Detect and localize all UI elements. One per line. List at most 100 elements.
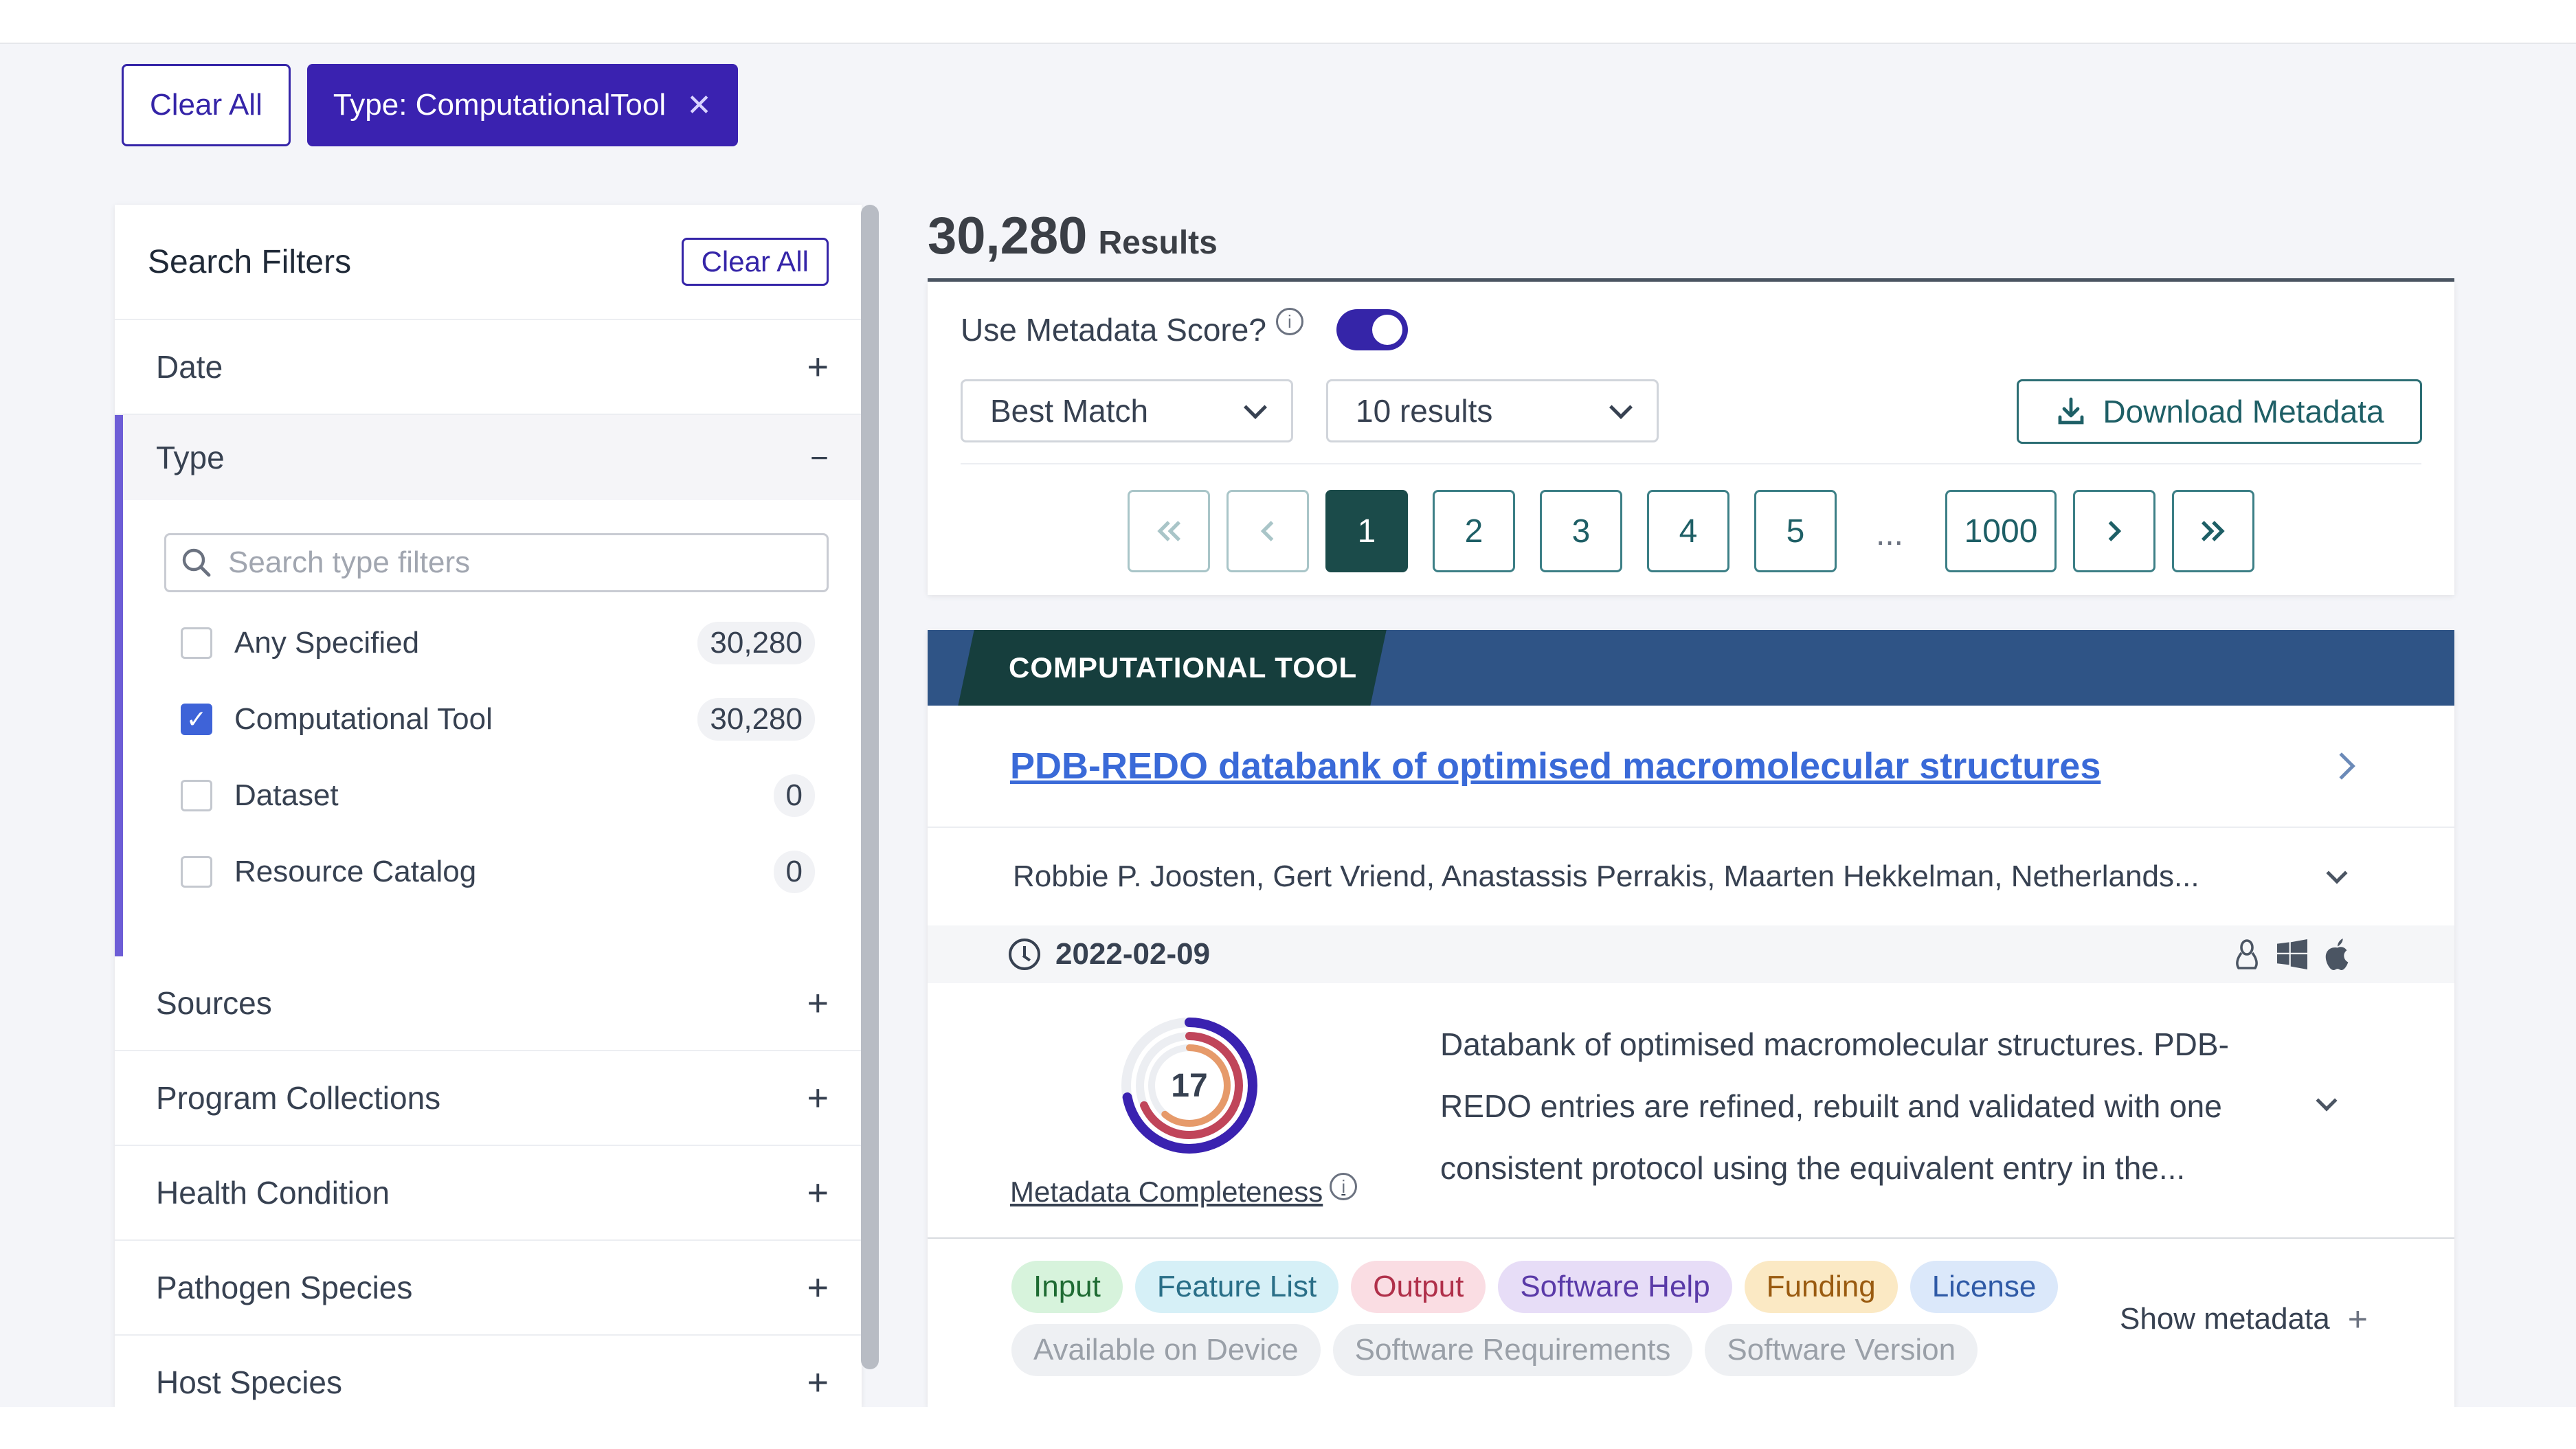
type-option-resource-catalog[interactable]: Resource Catalog 0	[164, 833, 829, 910]
sort-select-value: Best Match	[990, 393, 1149, 429]
metadata-tags-area: Input Feature List Output Software Help Fund…	[928, 1239, 2454, 1404]
filter-pathogen-species[interactable]: Pathogen Species +	[115, 1241, 862, 1336]
page-button-4[interactable]: 4	[1647, 490, 1729, 572]
info-icon[interactable]: i	[1330, 1173, 1358, 1200]
filter-health-condition[interactable]: Health Condition +	[115, 1146, 862, 1241]
type-search-input[interactable]	[228, 546, 764, 580]
metadata-score-label: Use Metadata Score?	[961, 312, 1266, 348]
page-button-3[interactable]: 3	[1540, 490, 1622, 572]
page-button-2[interactable]: 2	[1433, 490, 1515, 572]
type-option-dataset[interactable]: Dataset 0	[164, 757, 829, 833]
checkbox-checked[interactable]: ✓	[181, 703, 212, 735]
pagination-ellipsis: ...	[1876, 516, 1904, 552]
checkbox[interactable]	[181, 627, 212, 659]
page-bottom	[0, 1407, 2576, 1449]
type-option-any-specified[interactable]: Any Specified 30,280	[164, 605, 829, 681]
search-filters-sidebar: Search Filters Clear All Date + Type − A…	[115, 205, 862, 1407]
windows-icon	[2277, 939, 2307, 969]
page-button-5[interactable]: 5	[1754, 490, 1837, 572]
page-button-1[interactable]: 1	[1325, 490, 1408, 572]
divider	[961, 463, 2421, 464]
sidebar-clear-all-button[interactable]: Clear All	[681, 238, 829, 286]
filter-date[interactable]: Date +	[115, 320, 862, 415]
option-count: 0	[773, 774, 815, 817]
option-label: Computational Tool	[234, 701, 493, 736]
option-count: 30,280	[697, 621, 815, 664]
apple-icon	[2325, 939, 2349, 970]
plus-icon: +	[807, 346, 829, 387]
filter-program-collections-label: Program Collections	[156, 1080, 441, 1116]
type-filter-chip-label: Type: ComputationalTool	[333, 88, 667, 122]
filter-sources-label: Sources	[156, 985, 272, 1021]
sort-select[interactable]: Best Match	[961, 379, 1293, 442]
plus-icon: +	[807, 1077, 829, 1119]
last-page-button[interactable]	[2172, 490, 2254, 572]
metadata-tag: Software Help	[1498, 1261, 1732, 1313]
filter-host-species[interactable]: Host Species +	[115, 1336, 862, 1407]
type-search-box	[164, 533, 829, 592]
filter-program-collections[interactable]: Program Collections +	[115, 1051, 862, 1146]
result-date-row: 2022-02-09	[928, 925, 2454, 983]
metadata-tag: Funding	[1744, 1261, 1898, 1313]
linux-icon	[2236, 939, 2258, 969]
page-button-last[interactable]: 1000	[1945, 490, 2057, 572]
metadata-score-toggle[interactable]	[1336, 309, 1408, 350]
info-icon[interactable]: i	[1275, 308, 1303, 335]
option-count: 0	[773, 850, 815, 893]
search-icon	[182, 548, 211, 577]
option-count: 30,280	[697, 697, 815, 741]
option-label: Dataset	[234, 778, 339, 812]
metadata-completeness-link[interactable]: Metadata Completeness i	[1010, 1173, 1358, 1209]
per-page-select-value: 10 results	[1356, 393, 1493, 429]
results-label: Results	[1098, 225, 1218, 261]
plus-icon: +	[807, 1267, 829, 1308]
metadata-tag: Software Requirements	[1332, 1324, 1693, 1376]
checkbox[interactable]	[181, 779, 212, 811]
metadata-tag: Input	[1011, 1261, 1123, 1313]
metadata-score-control: Use Metadata Score? i	[961, 308, 1408, 350]
double-chevron-left-icon	[1157, 521, 1181, 541]
sidebar-scrollbar[interactable]	[861, 205, 879, 1369]
chevron-down-icon[interactable]	[2326, 862, 2348, 884]
option-label: Any Specified	[234, 625, 420, 660]
filter-type[interactable]: Type −	[123, 415, 862, 500]
prev-page-button[interactable]	[1227, 490, 1309, 572]
result-date: 2022-02-09	[1055, 937, 1211, 971]
per-page-select[interactable]: 10 results	[1326, 379, 1659, 442]
filter-health-condition-label: Health Condition	[156, 1175, 390, 1211]
results-header: 30,280 Results	[928, 206, 2454, 282]
chevron-right-icon[interactable]	[2328, 752, 2355, 780]
close-icon[interactable]: ✕	[686, 88, 712, 123]
metadata-tag: License	[1909, 1261, 2059, 1313]
type-filter-body: Any Specified 30,280 ✓ Computational Tool…	[123, 500, 862, 956]
filter-date-label: Date	[156, 349, 223, 385]
plus-icon: +	[807, 982, 829, 1024]
type-option-computational-tool[interactable]: ✓ Computational Tool 30,280	[164, 681, 829, 757]
metadata-score-value: 17	[1171, 1067, 1208, 1104]
download-metadata-button[interactable]: Download Metadata	[2017, 379, 2422, 444]
metadata-tag: Output	[1351, 1261, 1486, 1313]
download-metadata-label: Download Metadata	[2103, 394, 2384, 429]
filter-sources[interactable]: Sources +	[115, 956, 862, 1051]
metadata-tag: Available on Device	[1011, 1324, 1321, 1376]
os-icons	[2233, 938, 2351, 971]
checkbox[interactable]	[181, 855, 212, 888]
plus-icon: +	[807, 1172, 829, 1213]
metadata-completeness-label: Metadata Completeness	[1010, 1176, 1323, 1208]
double-chevron-right-icon	[2201, 521, 2225, 541]
show-metadata-label: Show metadata	[2120, 1302, 2330, 1336]
type-filter-chip[interactable]: Type: ComputationalTool ✕	[306, 64, 738, 146]
metadata-tag: Feature List	[1134, 1261, 1339, 1313]
option-label: Resource Catalog	[234, 854, 477, 888]
filter-pathogen-species-label: Pathogen Species	[156, 1270, 413, 1305]
show-metadata-button[interactable]: Show metadata +	[2120, 1299, 2368, 1339]
clear-all-filters-button[interactable]: Clear All	[122, 64, 291, 146]
result-type-band: COMPUTATIONAL TOOL	[928, 630, 2454, 706]
plus-icon: +	[807, 1362, 829, 1403]
top-bar	[0, 0, 2576, 44]
results-controls: Use Metadata Score? i Best Match 10 resu…	[928, 282, 2454, 595]
first-page-button[interactable]	[1128, 490, 1210, 572]
clock-icon	[1009, 939, 1040, 970]
next-page-button[interactable]	[2073, 490, 2155, 572]
result-title-link[interactable]: PDB-REDO databank of optimised macromole…	[1010, 745, 2101, 787]
